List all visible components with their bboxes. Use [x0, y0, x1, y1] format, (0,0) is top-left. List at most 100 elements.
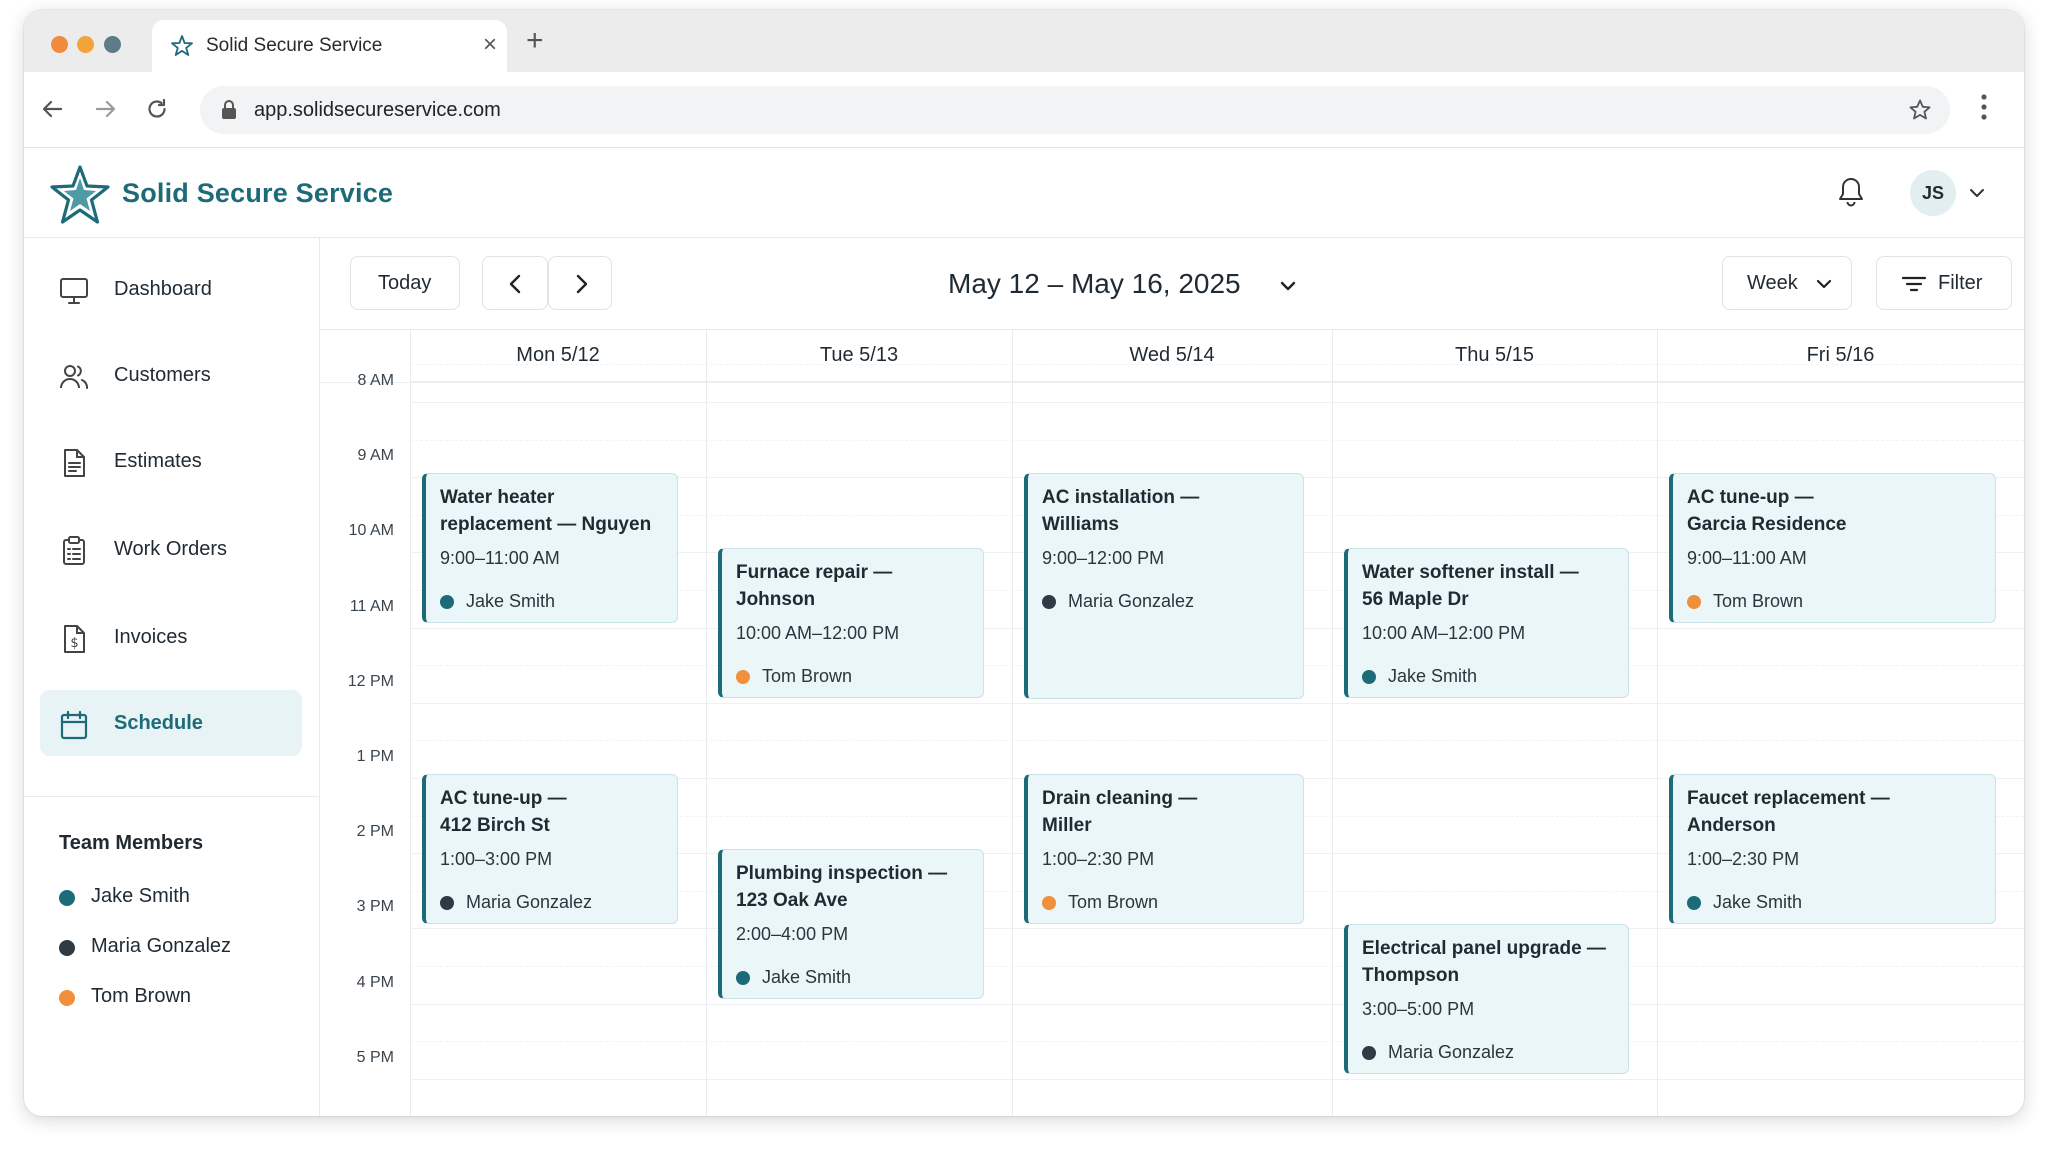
day-column-divider: [1332, 330, 1333, 1116]
forward-arrow-icon[interactable]: [92, 96, 118, 127]
calendar-event[interactable]: AC installation — Williams 9:00–12:00 PM Ma…: [1024, 473, 1304, 699]
team-member-name: Jake Smith: [91, 885, 190, 907]
event-title: Faucet replacement — Anderson: [1687, 785, 1985, 839]
window-maximize-dot[interactable]: [104, 36, 121, 53]
event-time: 1:00–2:30 PM: [1687, 849, 1800, 869]
calendar-event[interactable]: Water softener install — 56 Maple Dr 10:00…: [1344, 548, 1629, 698]
event-time: 1:00–3:00 PM: [440, 849, 553, 869]
user-avatar[interactable]: JS: [1910, 170, 1956, 216]
reload-icon[interactable]: [144, 96, 170, 127]
calendar-event[interactable]: Electrical panel upgrade — Thompson 3:00–5…: [1344, 924, 1629, 1074]
sidebar-divider: [24, 796, 320, 797]
notification-bell-icon[interactable]: [1836, 176, 1866, 213]
calendar-event[interactable]: AC tune-up — 412 Birch St 1:00–3:00 PM Mari…: [422, 774, 678, 924]
event-title-line: Faucet replacement —: [1687, 788, 1890, 809]
browser-tab-bar: Solid Secure Service × +: [24, 10, 2024, 72]
event-title-line: replacement — Nguyen: [440, 514, 652, 535]
sidebar-item-estimates[interactable]: Estimates: [40, 428, 302, 494]
day-column-header[interactable]: Wed 5/14: [1012, 330, 1332, 382]
browser-tab[interactable]: Solid Secure Service ×: [152, 20, 507, 72]
event-title: Electrical panel upgrade — Thompson: [1362, 935, 1618, 989]
sidebar-item-label: Invoices: [114, 626, 188, 648]
sidebar-item-schedule[interactable]: Schedule: [40, 690, 302, 756]
calendar-event[interactable]: Drain cleaning — Miller 1:00–2:30 PM Tom Br…: [1024, 774, 1304, 924]
half-hour-gridline: [410, 966, 2024, 967]
calendar-event[interactable]: Furnace repair — Johnson 10:00 AM–12:00 PM…: [718, 548, 984, 698]
day-column-header[interactable]: Thu 5/15: [1332, 330, 1657, 382]
technician-color-dot: [736, 670, 750, 684]
sidebar-item-label: Customers: [114, 364, 211, 386]
calendar-toolbar: Today May 12 – May 16, 2025 Week Filter: [320, 238, 2024, 330]
previous-week-button[interactable]: [482, 256, 548, 310]
sidebar-item-work-orders[interactable]: Work Orders: [40, 516, 302, 582]
technician-name: Jake Smith: [762, 967, 852, 987]
event-title-line: Johnson: [736, 589, 816, 610]
star-logo-icon: [170, 34, 194, 63]
tab-close-icon[interactable]: ×: [483, 31, 497, 59]
date-range-title[interactable]: May 12 – May 16, 2025: [948, 268, 1241, 300]
filter-button[interactable]: Filter: [1876, 256, 2012, 310]
technician-name: Maria Gonzalez: [1068, 591, 1195, 611]
day-column-header[interactable]: Fri 5/16: [1657, 330, 2024, 382]
event-time: 1:00–2:30 PM: [1042, 849, 1155, 869]
chevron-left-icon: [509, 274, 521, 294]
chevron-down-icon[interactable]: [1968, 186, 1986, 204]
technician-color-dot: [1687, 896, 1701, 910]
technician-color-dot: [440, 595, 454, 609]
day-column-header[interactable]: Tue 5/13: [706, 330, 1012, 382]
brand-name[interactable]: Solid Secure Service: [122, 178, 393, 209]
next-week-button[interactable]: [548, 256, 612, 310]
bookmark-star-icon[interactable]: [1908, 98, 1932, 127]
team-member-name: Tom Brown: [91, 985, 192, 1007]
hour-gridline: [410, 703, 2024, 704]
chevron-down-icon: [1816, 279, 1832, 289]
chevron-down-icon[interactable]: [1278, 280, 1298, 299]
event-title-line: Williams: [1042, 514, 1119, 535]
technician-color-dot: [1362, 1046, 1376, 1060]
new-tab-icon[interactable]: +: [526, 26, 544, 56]
half-hour-gridline: [410, 740, 2024, 741]
event-title: Water heater replacement — Nguyen: [440, 484, 667, 538]
sidebar-item-invoices[interactable]: $ Invoices: [40, 604, 302, 670]
team-color-dot: [59, 990, 75, 1006]
window-close-dot[interactable]: [51, 36, 68, 53]
event-title-line: Miller: [1042, 815, 1092, 836]
event-title-line: 412 Birch St: [440, 815, 550, 836]
event-title: Furnace repair — Johnson: [736, 559, 973, 613]
time-label: 8 AM: [357, 372, 394, 389]
back-arrow-icon[interactable]: [40, 96, 66, 127]
event-title-line: Water softener install —: [1362, 562, 1579, 583]
event-time: 10:00 AM–12:00 PM: [1362, 623, 1526, 643]
filter-button-label: Filter: [1938, 272, 1983, 294]
sidebar-item-label: Work Orders: [114, 538, 227, 560]
sidebar-item-label: Schedule: [114, 712, 203, 734]
time-label: 9 AM: [357, 447, 394, 464]
calendar-event[interactable]: Plumbing inspection — 123 Oak Ave 2:00–4:0…: [718, 849, 984, 999]
url-field[interactable]: app.solidsecureservice.com: [200, 86, 1950, 134]
window-minimize-dot[interactable]: [77, 36, 94, 53]
technician-name: Jake Smith: [466, 591, 556, 611]
today-button[interactable]: Today: [350, 256, 460, 310]
view-select[interactable]: Week: [1722, 256, 1852, 310]
star-logo-icon[interactable]: [48, 164, 112, 231]
event-time: 3:00–5:00 PM: [1362, 999, 1475, 1019]
calendar-event[interactable]: AC tune-up — Garcia Residence 9:00–11:00 A…: [1669, 473, 1996, 623]
day-column-divider: [706, 330, 707, 1116]
url-text: app.solidsecureservice.com: [254, 99, 501, 121]
browser-menu-icon[interactable]: [1979, 92, 1989, 127]
event-time: 10:00 AM–12:00 PM: [736, 623, 900, 643]
document-icon: [58, 447, 90, 484]
sidebar-item-customers[interactable]: Customers: [40, 342, 302, 408]
half-hour-gridline: [410, 364, 2024, 365]
event-title-line: 56 Maple Dr: [1362, 589, 1469, 610]
calendar-event[interactable]: Faucet replacement — Anderson 1:00–2:30 PM…: [1669, 774, 1996, 924]
event-title: AC tune-up — Garcia Residence: [1687, 484, 1985, 538]
sidebar-item-label: Dashboard: [114, 278, 212, 300]
event-title: Drain cleaning — Miller: [1042, 785, 1293, 839]
event-title-line: Anderson: [1687, 815, 1776, 836]
technician-name: Maria Gonzalez: [1388, 1042, 1515, 1062]
day-column-header[interactable]: Mon 5/12: [410, 330, 706, 382]
calendar-event[interactable]: Water heater replacement — Nguyen 9:00–11:…: [422, 473, 678, 623]
technician-name: Maria Gonzalez: [466, 892, 593, 912]
sidebar-item-dashboard[interactable]: Dashboard: [40, 256, 302, 322]
